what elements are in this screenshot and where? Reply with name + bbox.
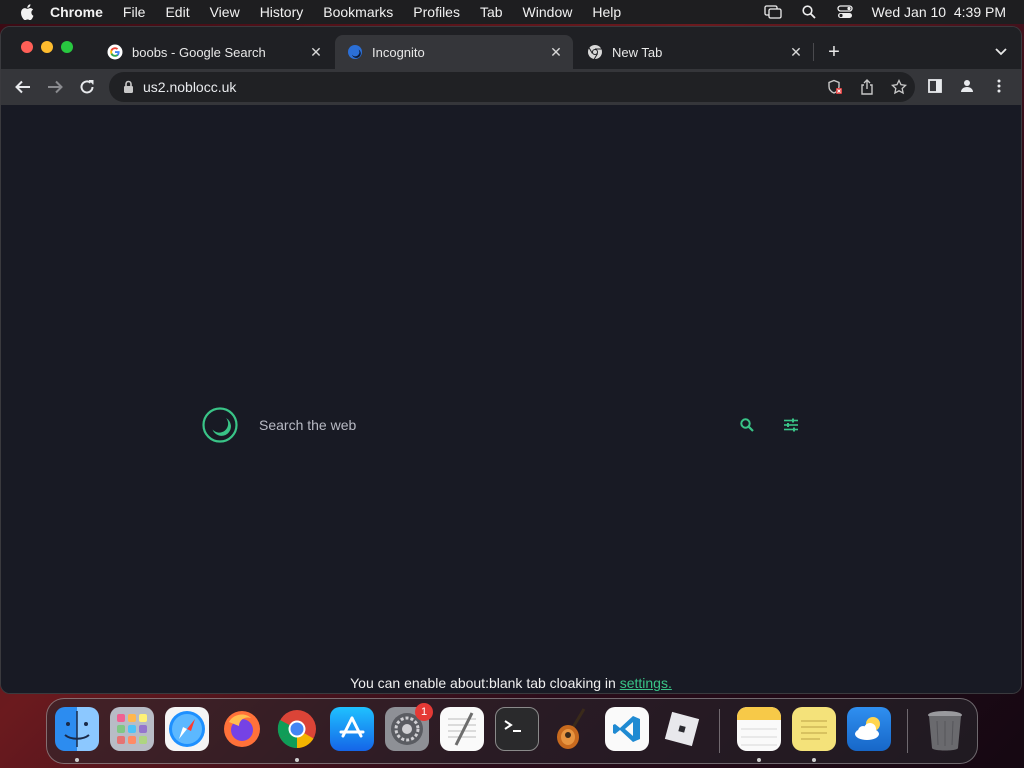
menu-tab[interactable]: Tab xyxy=(480,4,503,20)
menu-bookmarks[interactable]: Bookmarks xyxy=(323,4,393,20)
menu-app-name[interactable]: Chrome xyxy=(50,4,103,20)
tab-new-tab[interactable]: New Tab ✕ xyxy=(575,35,813,69)
share-icon[interactable] xyxy=(859,79,875,95)
more-menu-icon[interactable] xyxy=(991,78,1007,94)
finder-icon[interactable] xyxy=(55,707,99,751)
browser-toolbar: us2.noblocc.uk xyxy=(1,69,1021,105)
trash-icon[interactable] xyxy=(923,707,967,751)
address-bar[interactable]: us2.noblocc.uk xyxy=(109,72,915,102)
weather-icon[interactable] xyxy=(847,707,891,751)
running-indicator xyxy=(757,758,761,762)
bookmark-star-icon[interactable] xyxy=(891,79,907,95)
menu-profiles[interactable]: Profiles xyxy=(413,4,460,20)
forward-arrow-icon[interactable] xyxy=(45,77,65,97)
firefox-icon[interactable] xyxy=(220,707,264,751)
menu-edit[interactable]: Edit xyxy=(165,4,189,20)
menu-window[interactable]: Window xyxy=(523,4,573,20)
dock-separator xyxy=(907,709,908,753)
menu-bar: Chrome File Edit View History Bookmarks … xyxy=(0,0,1024,24)
browser-window: boobs - Google Search ✕ Incognito ✕ New … xyxy=(0,26,1022,694)
screen-mirroring-icon[interactable] xyxy=(763,4,782,20)
close-tab-icon[interactable]: ✕ xyxy=(789,44,803,60)
notification-badge: 1 xyxy=(415,703,433,721)
new-tab-plus-icon[interactable]: + xyxy=(825,42,843,62)
window-minimize-button[interactable] xyxy=(41,41,53,53)
apple-menu-icon[interactable] xyxy=(18,4,36,20)
system-settings-icon[interactable]: 1 xyxy=(385,703,433,751)
back-arrow-icon[interactable] xyxy=(13,77,33,97)
incognito-moon-icon xyxy=(347,44,363,60)
profile-avatar-icon[interactable] xyxy=(959,78,975,94)
stickies-icon[interactable] xyxy=(792,707,836,751)
tab-incognito[interactable]: Incognito ✕ xyxy=(335,35,573,69)
window-zoom-button[interactable] xyxy=(61,41,73,53)
side-panel-icon[interactable] xyxy=(927,78,943,94)
search-input[interactable] xyxy=(259,417,709,433)
safari-icon[interactable] xyxy=(165,707,209,751)
app-store-icon[interactable] xyxy=(330,707,374,751)
search-icon[interactable] xyxy=(737,415,757,435)
url-text[interactable]: us2.noblocc.uk xyxy=(143,79,236,95)
tab-search-chevron-icon[interactable] xyxy=(993,44,1009,60)
search-settings-sliders-icon[interactable] xyxy=(781,415,801,435)
tab-title: Incognito xyxy=(372,44,425,60)
blocked-content-icon[interactable] xyxy=(827,79,843,95)
search-bar xyxy=(201,405,811,445)
running-indicator xyxy=(295,758,299,762)
close-tab-icon[interactable]: ✕ xyxy=(549,44,563,60)
moon-logo-icon xyxy=(201,406,239,444)
chrome-icon[interactable] xyxy=(275,707,319,751)
menu-help[interactable]: Help xyxy=(592,4,621,20)
tab-title: boobs - Google Search xyxy=(132,44,266,60)
notes-icon[interactable] xyxy=(737,707,781,751)
vscode-icon[interactable] xyxy=(605,707,649,751)
dock: 1 xyxy=(46,698,978,764)
tab-separator xyxy=(813,43,814,61)
cloaking-note-text: You can enable about:blank tab cloaking … xyxy=(350,675,620,691)
garageband-icon[interactable] xyxy=(550,707,594,751)
tab-title: New Tab xyxy=(612,44,663,60)
close-tab-icon[interactable]: ✕ xyxy=(309,44,323,60)
launchpad-icon[interactable] xyxy=(110,707,154,751)
cloaking-note: You can enable about:blank tab cloaking … xyxy=(1,675,1021,691)
chrome-icon xyxy=(587,44,603,60)
page-content: You can enable about:blank tab cloaking … xyxy=(1,105,1021,693)
spotlight-search-icon[interactable] xyxy=(800,4,818,20)
running-indicator xyxy=(812,758,816,762)
tab-strip: boobs - Google Search ✕ Incognito ✕ New … xyxy=(1,27,1021,69)
window-controls xyxy=(21,41,73,53)
textedit-icon[interactable] xyxy=(440,707,484,751)
roblox-icon[interactable] xyxy=(660,707,704,751)
running-indicator xyxy=(75,758,79,762)
google-g-icon xyxy=(107,44,123,60)
settings-link[interactable]: settings. xyxy=(620,675,672,691)
menu-file[interactable]: File xyxy=(123,4,146,20)
terminal-icon[interactable] xyxy=(495,707,539,751)
menu-view[interactable]: View xyxy=(210,4,240,20)
dock-separator xyxy=(719,709,720,753)
control-center-icon[interactable] xyxy=(836,4,854,20)
lock-icon[interactable] xyxy=(121,80,135,94)
menu-history[interactable]: History xyxy=(260,4,304,20)
window-close-button[interactable] xyxy=(21,41,33,53)
tab-google-search[interactable]: boobs - Google Search ✕ xyxy=(95,35,333,69)
menubar-clock[interactable]: Wed Jan 10 4:39 PM xyxy=(872,4,1006,20)
reload-icon[interactable] xyxy=(77,77,97,97)
